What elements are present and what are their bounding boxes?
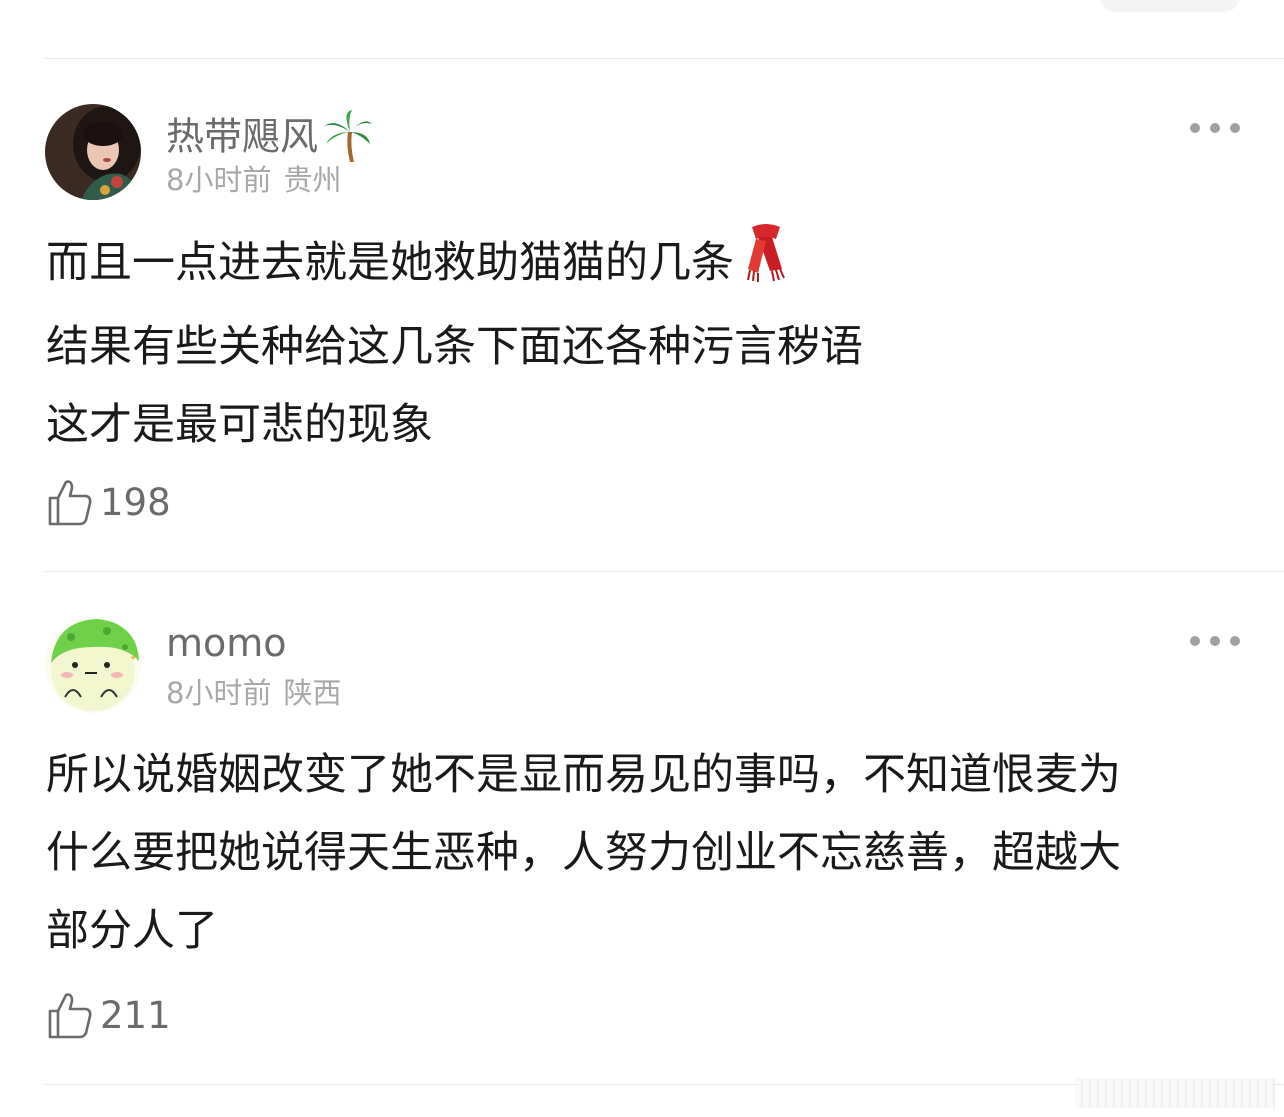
thumbs-up-icon — [48, 993, 92, 1039]
dot-icon — [1230, 123, 1240, 133]
comment-text: 而且一点进去就是她救助猫猫的几条 结果有些关种给这几条下面还各种污言秽语 这才是… — [46, 223, 1246, 464]
more-options-button[interactable] — [1190, 634, 1240, 648]
avatar[interactable] — [45, 104, 141, 200]
comment-line: 部分人了 — [46, 906, 218, 956]
comment-line: 这才是最可悲的现象 — [46, 400, 433, 450]
watermark — [1075, 1078, 1275, 1108]
username[interactable]: momo — [166, 624, 287, 662]
thumbs-up-icon — [48, 480, 92, 526]
svg-text:✦: ✦ — [129, 653, 137, 664]
palm-tree-icon — [322, 110, 373, 168]
divider — [45, 571, 1284, 572]
divider — [45, 58, 1284, 59]
more-options-button[interactable] — [1190, 121, 1240, 135]
comment-time: 8小时前 — [166, 163, 272, 197]
comment-text: 所以说婚姻改变了她不是显而易见的事吗，不知道恨麦为 什么要把她说得天生恶种，人努… — [46, 736, 1246, 970]
comment-line: 所以说婚姻改变了她不是显而易见的事吗，不知道恨麦为 — [46, 750, 1121, 800]
scarf-icon — [744, 223, 788, 308]
comment-time: 8小时前 — [166, 676, 272, 710]
username[interactable]: 热带飓风 — [166, 110, 373, 168]
top-pill-button[interactable] — [1100, 0, 1240, 12]
avatar[interactable]: ✦ — [45, 617, 141, 713]
dot-icon — [1230, 636, 1240, 646]
comment-location: 陕西 — [283, 676, 342, 710]
comment-line: 什么要把她说得天生恶种，人努力创业不忘慈善，超越大 — [46, 828, 1121, 878]
dot-icon — [1210, 636, 1220, 646]
username-text: momo — [166, 621, 287, 665]
username-text: 热带飓风 — [166, 114, 319, 159]
like-button[interactable]: 198 — [46, 477, 171, 527]
dot-icon — [1210, 123, 1220, 133]
comment-location: 贵州 — [283, 163, 342, 197]
comment-meta: 8小时前 陕西 — [166, 679, 341, 708]
like-button[interactable]: 211 — [46, 990, 171, 1040]
like-count: 211 — [100, 993, 171, 1037]
comment-meta: 8小时前 贵州 — [166, 166, 341, 195]
dot-icon — [1190, 636, 1200, 646]
like-count: 198 — [100, 480, 171, 524]
comment-line: 而且一点进去就是她救助猫猫的几条 — [46, 238, 734, 288]
comment-line: 结果有些关种给这几条下面还各种污言秽语 — [46, 322, 863, 372]
dot-icon — [1190, 123, 1200, 133]
